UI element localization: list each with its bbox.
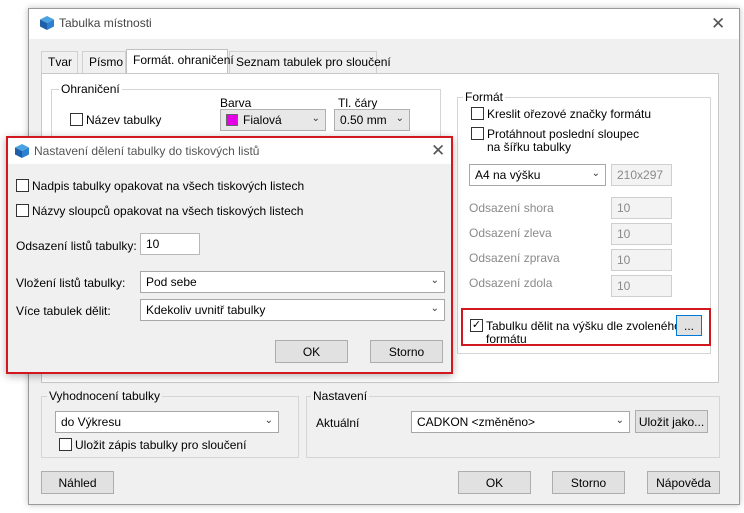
paper-dims-value: 210x297	[617, 168, 664, 182]
multi-split-value: Kdekoliv uvnitř tabulky	[146, 303, 266, 317]
color-swatch	[226, 114, 238, 126]
cancel-button[interactable]: Storno	[552, 471, 625, 494]
multi-split-select[interactable]: Kdekoliv uvnitř tabulky ⌄	[140, 299, 445, 321]
split-cancel-button-label: Storno	[388, 344, 425, 359]
stretch-column-label-2: na šířku tabulky	[487, 140, 572, 154]
preview-button[interactable]: Náhled	[41, 471, 114, 494]
stretch-column-checkbox[interactable]	[471, 127, 484, 140]
split-dialog-title: Nastavení dělení tabulky do tiskových li…	[34, 144, 260, 158]
offset-top-label: Odsazení shora	[469, 201, 554, 215]
split-settings-button[interactable]: ...	[676, 315, 702, 336]
split-dialog: Nastavení dělení tabulky do tiskových li…	[6, 136, 453, 374]
split-ok-button-label: OK	[302, 344, 321, 359]
tab-seznam-tabulek[interactable]: Seznam tabulek pro sloučení	[229, 51, 391, 73]
sheet-offset-label: Odsazení listů tabulky:	[16, 239, 137, 253]
split-table-checkbox[interactable]: ✓	[470, 319, 483, 332]
save-as-button[interactable]: Uložit jako...	[635, 410, 708, 433]
paper-size-value: A4 na výšku	[475, 168, 541, 182]
help-button-label: Nápověda	[656, 475, 711, 490]
insertion-label: Vložení listů tabulky:	[16, 276, 126, 290]
chevron-down-icon: ⌄	[615, 415, 624, 426]
repeat-columns-checkbox[interactable]	[16, 204, 29, 217]
ok-button[interactable]: OK	[458, 471, 531, 494]
format-group-label: Formát	[463, 90, 506, 104]
split-cancel-button[interactable]: Storno	[370, 340, 443, 363]
name-row-checkbox[interactable]	[70, 113, 83, 126]
close-icon[interactable]: ✕	[711, 15, 725, 32]
tab-label: Tvar	[48, 55, 72, 69]
name-row-color-select[interactable]: Fialová ⌄	[220, 109, 326, 131]
offset-right-field[interactable]: 10	[611, 249, 672, 271]
offset-right-label: Odsazení zprava	[469, 251, 560, 265]
split-table-label-2: formátu	[486, 332, 527, 346]
chevron-down-icon: ⌄	[311, 113, 320, 124]
offset-bottom-label: Odsazení zdola	[469, 276, 553, 290]
settings-group-label: Nastavení	[311, 389, 370, 403]
app-icon	[40, 16, 54, 30]
offset-bottom-field[interactable]: 10	[611, 275, 672, 297]
paper-dims-field: 210x297	[611, 164, 672, 186]
color-header: Barva	[220, 96, 252, 110]
evaluation-group-label: Vyhodnocení tabulky	[47, 389, 162, 403]
offset-left-field[interactable]: 10	[611, 223, 672, 245]
save-record-label: Uložit zápis tabulky pro sloučení	[75, 438, 247, 452]
evaluation-target-select[interactable]: do Výkresu ⌄	[55, 411, 279, 433]
border-group-label: Ohraničení	[59, 82, 122, 96]
sheet-offset-field[interactable]: 10	[140, 233, 200, 255]
repeat-columns-label: Názvy sloupců opakovat na všech tiskovýc…	[32, 204, 304, 218]
split-settings-button-label: ...	[683, 318, 694, 333]
window-title: Tabulka místnosti	[59, 16, 152, 30]
checkmark-icon: ✓	[471, 319, 482, 331]
line-value: 0.50 mm	[340, 113, 387, 127]
help-button[interactable]: Nápověda	[647, 471, 720, 494]
split-table-label-1: Tabulku dělit na výšku dle zvoleného	[486, 319, 681, 333]
insertion-value: Pod sebe	[146, 275, 197, 289]
app-icon	[15, 144, 29, 158]
offset-left-value: 10	[617, 227, 631, 241]
line-header: Tl. čáry	[338, 96, 378, 110]
crop-marks-label: Kreslit ořezové značky formátu	[487, 107, 652, 121]
color-value: Fialová	[243, 113, 282, 127]
chevron-down-icon: ⌄	[591, 168, 600, 179]
preview-button-label: Náhled	[58, 475, 97, 490]
evaluation-target-value: do Výkresu	[61, 415, 122, 429]
paper-size-select[interactable]: A4 na výšku ⌄	[469, 164, 606, 186]
repeat-caption-label: Nadpis tabulky opakovat na všech tiskový…	[32, 179, 305, 193]
offset-right-value: 10	[617, 253, 631, 267]
sheet-offset-value: 10	[146, 237, 160, 251]
offset-top-value: 10	[617, 201, 631, 215]
stretch-column-label-1: Protáhnout poslední sloupec	[487, 127, 640, 141]
tab-tvar[interactable]: Tvar	[41, 51, 78, 73]
chevron-down-icon: ⌄	[430, 275, 439, 286]
save-record-checkbox[interactable]	[59, 438, 72, 451]
tab-format-ohraniceni[interactable]: Formát. ohraničení	[126, 49, 234, 73]
split-dialog-title-bar: Nastavení dělení tabulky do tiskových li…	[8, 138, 451, 164]
repeat-caption-checkbox[interactable]	[16, 179, 29, 192]
tab-pismo[interactable]: Písmo	[82, 51, 126, 73]
close-icon[interactable]: ✕	[431, 142, 445, 159]
name-row-label: Název tabulky	[86, 113, 162, 127]
tab-label: Formát. ohraničení	[133, 53, 234, 67]
tab-label: Seznam tabulek pro sloučení	[236, 55, 391, 69]
offset-top-field[interactable]: 10	[611, 197, 672, 219]
current-settings-select[interactable]: CADKON <změněno> ⌄	[411, 411, 630, 433]
crop-marks-checkbox[interactable]	[471, 107, 484, 120]
tab-label: Písmo	[89, 55, 124, 69]
name-row-line-select[interactable]: 0.50 mm ⌄	[334, 109, 410, 131]
ok-button-label: OK	[485, 475, 504, 490]
title-bar: Tabulka místnosti ✕	[29, 9, 739, 39]
chevron-down-icon: ⌄	[264, 415, 273, 426]
insertion-select[interactable]: Pod sebe ⌄	[140, 271, 445, 293]
offset-bottom-value: 10	[617, 279, 631, 293]
chevron-down-icon: ⌄	[430, 303, 439, 314]
current-settings-value: CADKON <změněno>	[417, 415, 536, 429]
offset-left-label: Odsazení zleva	[469, 226, 552, 240]
cancel-button-label: Storno	[570, 475, 607, 490]
current-settings-label: Aktuální	[316, 416, 360, 430]
split-ok-button[interactable]: OK	[275, 340, 348, 363]
save-as-button-label: Uložit jako...	[638, 414, 705, 429]
multi-split-label: Více tabulek dělit:	[16, 304, 111, 318]
chevron-down-icon: ⌄	[395, 113, 404, 124]
